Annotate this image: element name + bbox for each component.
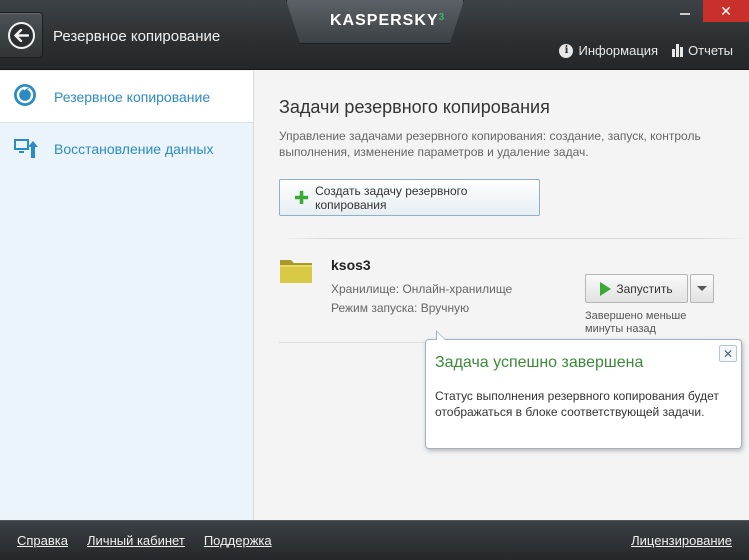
page-title: Задачи резервного копирования <box>279 97 550 117</box>
run-options-dropdown[interactable] <box>690 274 714 303</box>
popup-pointer-inner <box>437 332 445 340</box>
reports-link[interactable]: Отчеты <box>672 43 733 58</box>
reports-chart-icon <box>672 44 684 57</box>
task-run-mode: Режим запуска: Вручную <box>331 301 470 315</box>
kaspersky-logo: KASPERSKY3 <box>330 12 446 29</box>
account-link[interactable]: Личный кабинет <box>87 533 185 548</box>
window-controls: ✕ <box>667 0 749 22</box>
chevron-down-icon <box>697 286 707 291</box>
folder-icon <box>279 256 313 284</box>
footer-bar: Справка Личный кабинет Поддержка Лицензи… <box>0 520 749 560</box>
main-content: Задачи резервного копирования Управление… <box>255 71 749 520</box>
task-status: Завершено меньше минуты назад <box>585 310 687 335</box>
divider <box>279 238 749 239</box>
info-icon: i <box>559 43 574 58</box>
close-button[interactable]: ✕ <box>703 0 749 22</box>
support-link[interactable]: Поддержка <box>204 533 272 548</box>
back-button[interactable] <box>0 12 43 58</box>
popup-close-button[interactable]: ✕ <box>719 345 737 362</box>
sidebar-item-label: Резервное копирование <box>54 88 211 105</box>
sidebar: Резервное копирование Восстановление дан… <box>0 71 254 520</box>
back-arrow-icon <box>7 21 35 49</box>
info-link[interactable]: i Информация <box>559 43 658 58</box>
sidebar-item-restore[interactable]: Восстановление данных <box>0 123 253 175</box>
minimize-icon <box>680 13 690 15</box>
window-title: Резервное копирование <box>53 28 221 45</box>
minimize-button[interactable] <box>667 0 703 22</box>
header-links: i Информация Отчеты <box>559 43 733 58</box>
sidebar-item-label: Восстановление данных <box>54 141 214 157</box>
page-description: Управление задачами резервного копирован… <box>279 129 701 159</box>
licensing-link[interactable]: Лицензирование <box>631 533 732 548</box>
backup-icon <box>12 82 38 111</box>
plus-icon: ✚ <box>294 187 310 208</box>
popup-title: Задача успешно завершена <box>435 354 644 371</box>
run-task-button[interactable]: Запустить <box>585 274 688 303</box>
title-bar: Резервное копирование KASPERSKY3 ✕ i Инф… <box>0 0 749 70</box>
task-name: ksos3 <box>331 257 371 273</box>
create-backup-task-button[interactable]: ✚ Создать задачу резервного копирования <box>279 179 540 216</box>
play-icon <box>600 281 612 296</box>
task-storage: Хранилище: Онлайн-хранилище <box>331 282 513 296</box>
popup-message: Статус выполнения резервного копирования… <box>435 389 719 419</box>
restore-icon <box>12 136 38 163</box>
sidebar-item-backup[interactable]: Резервное копирование <box>0 71 253 123</box>
help-link[interactable]: Справка <box>17 533 68 548</box>
task-completed-popup: Задача успешно завершена Статус выполнен… <box>425 330 742 449</box>
